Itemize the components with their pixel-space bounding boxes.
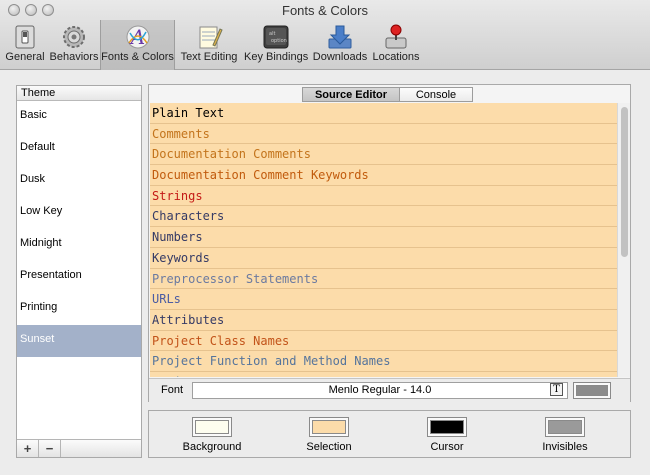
gears-icon [63, 26, 85, 48]
text-color-swatch [576, 385, 608, 396]
theme-column-header[interactable]: Theme [17, 86, 141, 101]
tab-console[interactable]: Console [399, 87, 473, 102]
toolbar-text-editing[interactable]: Text Editing [178, 20, 240, 70]
toolbar-general-label: General [5, 51, 45, 63]
window-title: Fonts & Colors [282, 3, 368, 18]
syntax-row[interactable]: Documentation Comment Keywords [150, 165, 617, 186]
syntax-list-scrollbar[interactable] [617, 103, 630, 377]
font-row: Font Menlo Regular - 14.0 T [149, 378, 630, 402]
invisibles-color-well[interactable] [545, 417, 585, 437]
toolbar-key-bindings[interactable]: alt option Key Bindings [244, 20, 308, 70]
show-fonts-button[interactable]: T [550, 383, 563, 396]
syntax-row[interactable]: Project Constants [150, 372, 617, 377]
scrollbar-thumb[interactable] [621, 107, 628, 257]
theme-item-sunset[interactable]: Sunset [17, 325, 141, 357]
invisibles-color-group: Invisibles [520, 417, 610, 453]
syntax-row[interactable]: Keywords [150, 248, 617, 269]
toolbar-key-bindings-label: Key Bindings [244, 51, 309, 63]
syntax-row[interactable]: Plain Text [150, 103, 617, 124]
cursor-color-swatch [430, 420, 464, 434]
keyboard-key-icon: alt option [263, 25, 289, 49]
remove-theme-button[interactable]: − [39, 440, 61, 457]
syntax-row[interactable]: Numbers [150, 227, 617, 248]
tab-source-editor[interactable]: Source Editor [302, 87, 400, 102]
notepad-pencil-icon [199, 26, 223, 49]
background-color-well[interactable] [192, 417, 232, 437]
cursor-color-group: Cursor [402, 417, 492, 453]
joystick-icon [385, 24, 407, 49]
cursor-color-label: Cursor [430, 441, 464, 453]
syntax-colors-panel: Source Editor Console Plain Text Comments… [148, 84, 631, 402]
selection-color-group: Selection [284, 417, 374, 453]
toolbar-downloads[interactable]: Downloads [312, 20, 368, 70]
toolbar-text-editing-label: Text Editing [180, 51, 238, 63]
switch-icon [15, 25, 35, 49]
add-theme-button[interactable]: + [17, 440, 39, 457]
theme-item-default[interactable]: Default [17, 133, 141, 165]
text-color-well[interactable] [573, 382, 611, 399]
toolbar-fonts-colors-label: Fonts & Colors [101, 51, 174, 63]
theme-list: Theme Basic Default Dusk Low Key Midnigh… [16, 85, 142, 458]
theme-item-midnight[interactable]: Midnight [17, 229, 141, 261]
syntax-row[interactable]: Documentation Comments [150, 144, 617, 166]
syntax-row[interactable]: Characters [150, 206, 617, 228]
colors-panel: Background Selection Cursor Invisibles [148, 410, 631, 458]
theme-item-dusk[interactable]: Dusk [17, 165, 141, 197]
background-color-swatch [195, 420, 229, 434]
selection-color-swatch [312, 420, 346, 434]
toolbar-fonts-colors[interactable]: A Fonts & Colors [100, 20, 175, 70]
cursor-color-well[interactable] [427, 417, 467, 437]
background-color-label: Background [182, 441, 242, 453]
toolbar-general[interactable]: General [4, 20, 46, 70]
font-value: Menlo Regular - 14.0 [328, 384, 432, 396]
svg-text:alt: alt [269, 31, 275, 37]
theme-list-footer: + − [17, 439, 141, 457]
syntax-row[interactable]: Project Function and Method Names [150, 351, 617, 372]
selection-color-label: Selection [306, 441, 352, 453]
background-color-group: Background [167, 417, 257, 453]
toolbar-locations[interactable]: Locations [372, 20, 420, 70]
syntax-row[interactable]: Comments [150, 124, 617, 145]
syntax-row[interactable]: URLs [150, 289, 617, 310]
theme-item-printing[interactable]: Printing [17, 293, 141, 325]
syntax-row[interactable]: Project Class Names [150, 331, 617, 352]
svg-text:option: option [271, 38, 287, 44]
syntax-row[interactable]: Strings [150, 186, 617, 207]
toolbar-downloads-label: Downloads [312, 51, 368, 63]
font-field[interactable]: Menlo Regular - 14.0 T [192, 382, 568, 399]
selection-color-well[interactable] [309, 417, 349, 437]
toolbar-behaviors-label: Behaviors [49, 51, 99, 63]
theme-item-basic[interactable]: Basic [17, 101, 141, 133]
title-bar: Fonts & Colors General Behaviors A Fonts… [0, 0, 650, 70]
toolbar-behaviors[interactable]: Behaviors [48, 20, 100, 70]
toolbar-locations-label: Locations [372, 51, 420, 63]
font-letter-a-icon: A [126, 25, 149, 49]
preferences-window: Fonts & Colors General Behaviors A Fonts… [0, 0, 650, 475]
syntax-row[interactable]: Preprocessor Statements [150, 269, 617, 290]
theme-item-low-key[interactable]: Low Key [17, 197, 141, 229]
font-label: Font [161, 384, 184, 396]
theme-item-presentation[interactable]: Presentation [17, 261, 141, 293]
download-arrow-icon [328, 25, 352, 49]
invisibles-color-label: Invisibles [542, 441, 588, 453]
syntax-row[interactable]: Attributes [150, 310, 617, 331]
invisibles-color-swatch [548, 420, 582, 434]
syntax-element-list: Plain Text Comments Documentation Comments… [150, 103, 617, 377]
